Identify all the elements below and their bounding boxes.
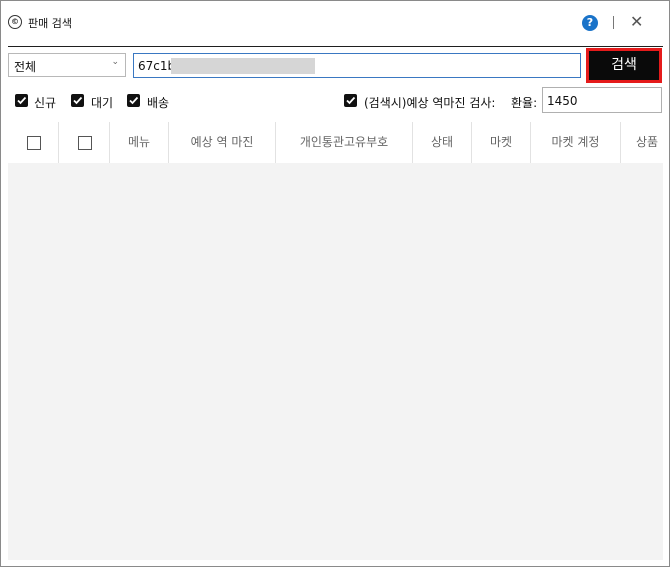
chevron-down-icon: ⌄ [111, 57, 119, 67]
checkbox-shipping[interactable] [127, 94, 140, 107]
checkbox-new[interactable] [15, 94, 28, 107]
category-select[interactable]: 전체 ⌄ [8, 53, 126, 77]
checkbox-waiting[interactable] [71, 94, 84, 107]
margin-check-label: (검색시)예상 역마진 검사: [364, 96, 496, 110]
title-divider [613, 16, 614, 29]
checkbox-shipping-label: 배송 [147, 96, 170, 110]
check-icon [346, 96, 356, 105]
redacted-text [171, 58, 315, 74]
table-header: 메뉴 예상 역 마진 개인통관고유부호 상태 마켓 마켓 계정 상품 [8, 122, 663, 163]
column-header-expected-margin[interactable]: 예상 역 마진 [169, 122, 276, 163]
category-select-value: 전체 [14, 60, 37, 74]
check-icon [73, 96, 83, 105]
results-table: 메뉴 예상 역 마진 개인통관고유부호 상태 마켓 마켓 계정 상품 [8, 122, 663, 560]
close-icon[interactable]: ✕ [630, 12, 643, 32]
window: © 판매 검색 ? ✕ 전체 ⌄ 67c1b 검색 신규 대기 배송 (검색시)… [0, 0, 670, 567]
checkbox-margin-check[interactable] [344, 94, 357, 107]
exchange-rate-value: 1450 [547, 94, 578, 108]
header-select-all-2 [59, 122, 110, 163]
checkbox-waiting-label: 대기 [91, 96, 114, 110]
column-header-market-account[interactable]: 마켓 계정 [531, 122, 621, 163]
header-select-all-1 [8, 122, 59, 163]
help-icon[interactable]: ? [582, 15, 598, 31]
select-all-checkbox-2[interactable] [78, 136, 92, 150]
column-header-status[interactable]: 상태 [413, 122, 472, 163]
search-button[interactable]: 검색 [586, 48, 662, 83]
search-input[interactable]: 67c1b [133, 53, 581, 78]
exchange-rate-label: 환율: [511, 96, 538, 110]
search-input-value: 67c1b [138, 59, 176, 73]
title-divider-line [8, 46, 663, 47]
checkbox-new-label: 신규 [34, 96, 57, 110]
check-icon [17, 96, 27, 105]
select-all-checkbox[interactable] [27, 136, 41, 150]
exchange-rate-input[interactable]: 1450 [542, 87, 662, 113]
column-header-customs-code[interactable]: 개인통관고유부호 [276, 122, 413, 163]
column-header-menu[interactable]: 메뉴 [110, 122, 169, 163]
window-title: 판매 검색 [28, 17, 72, 30]
check-icon [129, 96, 139, 105]
column-header-product[interactable]: 상품 [621, 122, 663, 163]
column-header-market[interactable]: 마켓 [472, 122, 531, 163]
app-logo-icon: © [8, 15, 22, 29]
title-bar: © 판매 검색 ? ✕ [1, 1, 669, 45]
